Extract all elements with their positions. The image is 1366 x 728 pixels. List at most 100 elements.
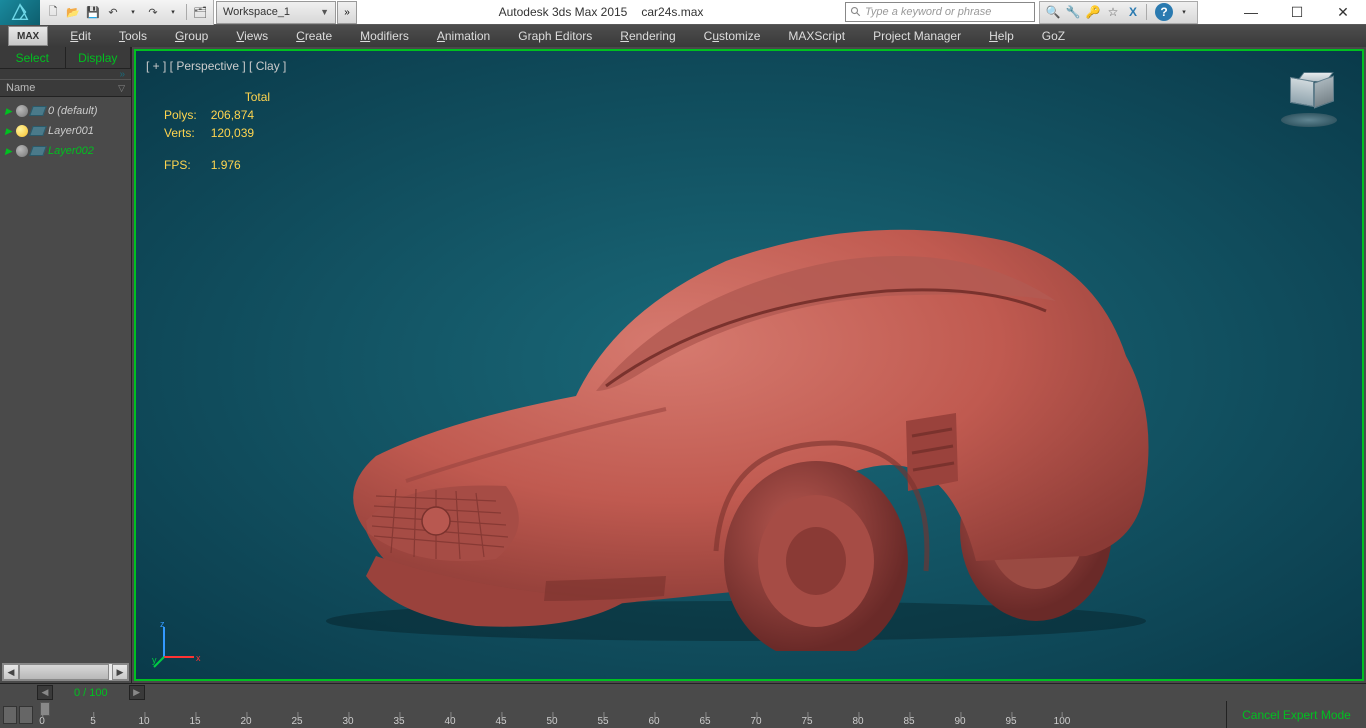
layer-item-layer001[interactable]: ▶ Layer001 bbox=[2, 121, 129, 141]
expand-icon[interactable]: ▶ bbox=[5, 106, 13, 117]
timeline-ruler[interactable]: 0510152025303540455055606570758085909510… bbox=[36, 702, 1226, 728]
left-panel: Select Display » Name ▽ ▶ 0 (default) ▶ … bbox=[0, 47, 132, 683]
viewport-stats: Total Polys:206,874 Verts:120,039 FPS:1.… bbox=[156, 87, 278, 175]
visibility-icon[interactable] bbox=[16, 125, 28, 137]
panel-minibar: » bbox=[0, 69, 131, 79]
binoculars-icon[interactable]: 🔍 bbox=[1044, 3, 1062, 21]
viewcube[interactable] bbox=[1276, 65, 1342, 131]
menu-tools[interactable]: Tools bbox=[105, 29, 161, 43]
save-file-icon[interactable]: 💾 bbox=[84, 3, 102, 21]
help-dropdown-icon[interactable]: ▾ bbox=[1175, 3, 1193, 21]
timeline-tick: 60 bbox=[648, 716, 659, 727]
timeline-tick: 65 bbox=[699, 716, 710, 727]
expand-icon[interactable]: ▶ bbox=[5, 126, 13, 137]
titlebar: 🗋 📂 💾 ↶ ▾ ↷ ▾ 🗂 Workspace_1 ▼ » Autodesk… bbox=[0, 0, 1366, 25]
stats-verts-label: Verts: bbox=[158, 125, 203, 141]
menu-project-manager[interactable]: Project Manager bbox=[859, 29, 975, 43]
key-filter-icon[interactable] bbox=[3, 706, 17, 724]
menu-animation[interactable]: Animation bbox=[423, 29, 504, 43]
star-icon[interactable]: ☆ bbox=[1104, 3, 1122, 21]
key-mode-icon[interactable] bbox=[19, 706, 33, 724]
dropdown-icon: ▼ bbox=[320, 7, 329, 17]
workspace-selector[interactable]: Workspace_1 ▼ bbox=[216, 1, 336, 24]
timeline-prev-icon[interactable]: ◀ bbox=[37, 685, 53, 700]
menu-help[interactable]: Help bbox=[975, 29, 1028, 43]
viewport[interactable]: [ + ] [ Perspective ] [ Clay ] Total Pol… bbox=[134, 49, 1364, 681]
menu-graph-editors[interactable]: Graph Editors bbox=[504, 29, 606, 43]
tab-select[interactable]: Select bbox=[0, 47, 66, 68]
undo-dropdown-icon[interactable]: ▾ bbox=[124, 3, 142, 21]
timeline-tick: 20 bbox=[240, 716, 251, 727]
scroll-left-icon[interactable]: ◀ bbox=[3, 664, 19, 680]
scroll-thumb[interactable] bbox=[19, 664, 109, 680]
timeline-tick: 90 bbox=[954, 716, 965, 727]
x-axis-label: x bbox=[196, 653, 201, 663]
key-icon[interactable]: 🔑 bbox=[1084, 3, 1102, 21]
filename: car24s.max bbox=[641, 5, 703, 19]
wrench-icon[interactable]: 🔧 bbox=[1064, 3, 1082, 21]
timeline-tick: 5 bbox=[90, 716, 96, 727]
timeline-next-icon[interactable]: ▶ bbox=[129, 685, 145, 700]
timeline-tick: 100 bbox=[1054, 716, 1071, 727]
layer-item-layer002[interactable]: ▶ Layer002 bbox=[2, 141, 129, 161]
menu-views[interactable]: Views bbox=[222, 29, 282, 43]
undo-icon[interactable]: ↶ bbox=[104, 3, 122, 21]
timeline-tick: 0 bbox=[39, 716, 45, 727]
viewport-label[interactable]: [ + ] [ Perspective ] [ Clay ] bbox=[146, 59, 286, 73]
car-model bbox=[246, 181, 1246, 651]
app-title: Autodesk 3ds Max 2015 bbox=[499, 5, 628, 19]
timeline-key-icons bbox=[0, 706, 36, 724]
layer-icon bbox=[29, 106, 47, 116]
panel-header[interactable]: Name ▽ bbox=[0, 79, 131, 97]
search-input[interactable]: Type a keyword or phrase bbox=[845, 2, 1035, 22]
timeline: ◀ 0 / 100 ▶ 0510152025303540455055606570… bbox=[0, 683, 1366, 728]
timeline-tick: 15 bbox=[189, 716, 200, 727]
cancel-expert-mode-button[interactable]: Cancel Expert Mode bbox=[1226, 701, 1366, 728]
visibility-icon[interactable] bbox=[16, 145, 28, 157]
panel-scrollbar[interactable]: ◀ ▶ bbox=[2, 663, 129, 681]
timeline-tick: 70 bbox=[750, 716, 761, 727]
menu-modifiers[interactable]: Modifiers bbox=[346, 29, 423, 43]
z-axis-label: z bbox=[160, 619, 165, 629]
scroll-right-icon[interactable]: ▶ bbox=[112, 664, 128, 680]
menu-edit[interactable]: Edit bbox=[56, 29, 105, 43]
close-button[interactable]: ✕ bbox=[1320, 0, 1366, 25]
layer-icon bbox=[29, 146, 47, 156]
timeline-frame-label: 0 / 100 bbox=[54, 687, 128, 699]
timeline-tick: 85 bbox=[903, 716, 914, 727]
expand-icon[interactable]: ▶ bbox=[5, 146, 13, 157]
menu-rendering[interactable]: Rendering bbox=[606, 29, 689, 43]
viewcube-cube[interactable] bbox=[1290, 71, 1328, 109]
open-file-icon[interactable]: 📂 bbox=[64, 3, 82, 21]
project-icon[interactable]: 🗂 bbox=[191, 3, 209, 21]
help-icon[interactable]: ? bbox=[1155, 3, 1173, 21]
viewcube-front[interactable] bbox=[1290, 77, 1314, 107]
stats-polys-value: 206,874 bbox=[205, 107, 276, 123]
layer-name: Layer002 bbox=[48, 145, 94, 157]
menu-maxscript[interactable]: MAXScript bbox=[774, 29, 859, 43]
app-icon[interactable] bbox=[0, 0, 40, 25]
redo-dropdown-icon[interactable]: ▾ bbox=[164, 3, 182, 21]
title-center: Autodesk 3ds Max 2015 car24s.max bbox=[357, 5, 845, 19]
new-file-icon[interactable]: 🗋 bbox=[44, 3, 62, 21]
menu-goz[interactable]: GoZ bbox=[1028, 29, 1079, 43]
maximize-button[interactable]: ☐ bbox=[1274, 0, 1320, 25]
tab-display[interactable]: Display bbox=[66, 47, 132, 68]
workspace-chevron[interactable]: » bbox=[337, 1, 357, 24]
max-menu-button[interactable]: MAX bbox=[8, 26, 48, 46]
visibility-icon[interactable] bbox=[16, 105, 28, 117]
layer-item-default[interactable]: ▶ 0 (default) bbox=[2, 101, 129, 121]
viewcube-right[interactable] bbox=[1314, 75, 1334, 108]
menu-group[interactable]: Group bbox=[161, 29, 222, 43]
timeline-bottom: 0510152025303540455055606570758085909510… bbox=[0, 701, 1366, 728]
search-placeholder: Type a keyword or phrase bbox=[865, 6, 991, 18]
exchange-icon[interactable]: X bbox=[1124, 3, 1142, 21]
viewport-wrap: [ + ] [ Perspective ] [ Clay ] Total Pol… bbox=[132, 47, 1366, 683]
timeline-tick: 25 bbox=[291, 716, 302, 727]
timeline-tick: 45 bbox=[495, 716, 506, 727]
redo-icon[interactable]: ↷ bbox=[144, 3, 162, 21]
menu-customize[interactable]: Customize bbox=[690, 29, 775, 43]
viewcube-base bbox=[1281, 113, 1337, 127]
minimize-button[interactable]: — bbox=[1228, 0, 1274, 25]
menu-create[interactable]: Create bbox=[282, 29, 346, 43]
